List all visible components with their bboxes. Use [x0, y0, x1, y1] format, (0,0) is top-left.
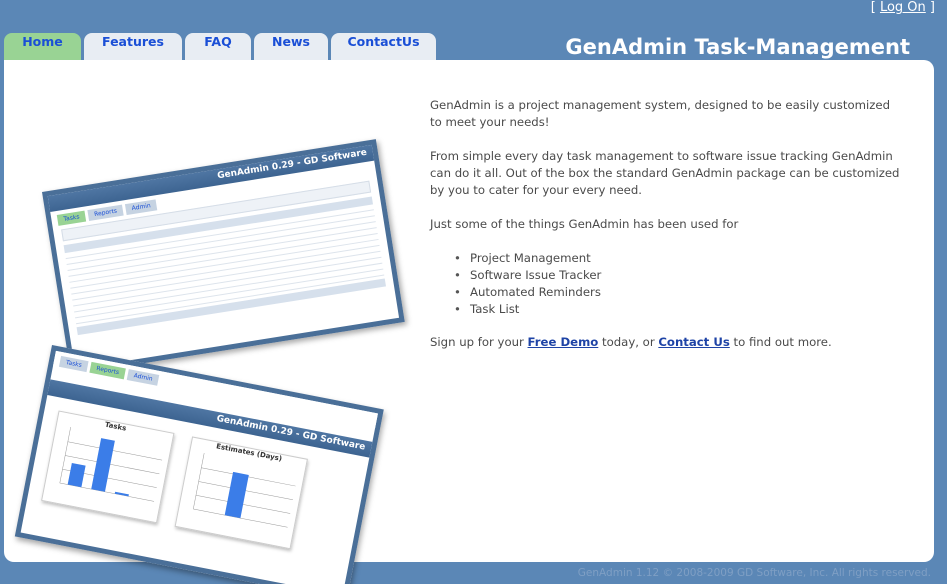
tab-news[interactable]: News: [254, 33, 328, 61]
list-item: Automated Reminders: [454, 284, 900, 301]
list-item: Task List: [454, 301, 900, 318]
screenshot-task-list: GenAdmin 0.29 - GD Software Tasks Report…: [42, 139, 405, 375]
logon-area: [ Log On ]: [871, 0, 935, 15]
uses-list: Project Management Software Issue Tracke…: [454, 250, 900, 318]
logon-link[interactable]: Log On: [880, 0, 926, 15]
list-item: Software Issue Tracker: [454, 267, 900, 284]
cta-prefix: Sign up for your: [430, 335, 528, 349]
bar-mark: [91, 438, 115, 492]
footer-copyright: GenAdmin 1.12 © 2008-2009 GD Software, I…: [577, 567, 931, 579]
mini-tab-admin: Admin: [126, 369, 160, 386]
screenshot-reports: Tasks Reports Admin GenAdmin 0.29 - GD S…: [14, 345, 384, 584]
mini-tab-reports: Reports: [87, 204, 124, 221]
tab-features[interactable]: Features: [84, 33, 182, 61]
uses-heading: Just some of the things GenAdmin has bee…: [430, 217, 739, 231]
bar-mark: [224, 471, 249, 519]
bracket-open: [: [870, 0, 876, 15]
chart-tasks: Tasks: [41, 410, 175, 524]
bar-mark: [114, 491, 129, 497]
description-paragraph: From simple every day task management to…: [430, 149, 900, 197]
chart-estimates: Estimates (Days): [174, 436, 308, 550]
bar-mark: [67, 462, 86, 488]
mini-tab-tasks: Tasks: [58, 355, 89, 373]
tab-home[interactable]: Home: [4, 33, 81, 61]
tab-contactus[interactable]: ContactUs: [331, 33, 436, 61]
cta-suffix: to find out more.: [729, 335, 832, 349]
mini-tab-admin: Admin: [125, 199, 158, 216]
intro-text-column: GenAdmin is a project management system,…: [430, 97, 900, 368]
cta-middle: today, or: [598, 335, 659, 349]
list-item: Project Management: [454, 250, 900, 267]
intro-paragraph: GenAdmin is a project management system,…: [430, 98, 890, 129]
mini-tab-reports: Reports: [89, 361, 126, 380]
mini-tab-tasks: Tasks: [56, 210, 87, 226]
cta-paragraph: Sign up for your Free Demo today, or Con…: [430, 334, 900, 351]
tab-faq[interactable]: FAQ: [185, 33, 251, 61]
main-content: GenAdmin 0.29 - GD Software Tasks Report…: [4, 60, 934, 584]
free-demo-link[interactable]: Free Demo: [528, 335, 599, 349]
bracket-close: ]: [929, 0, 935, 15]
site-title: GenAdmin Task-Management: [565, 35, 910, 59]
contact-us-link[interactable]: Contact Us: [658, 335, 729, 349]
